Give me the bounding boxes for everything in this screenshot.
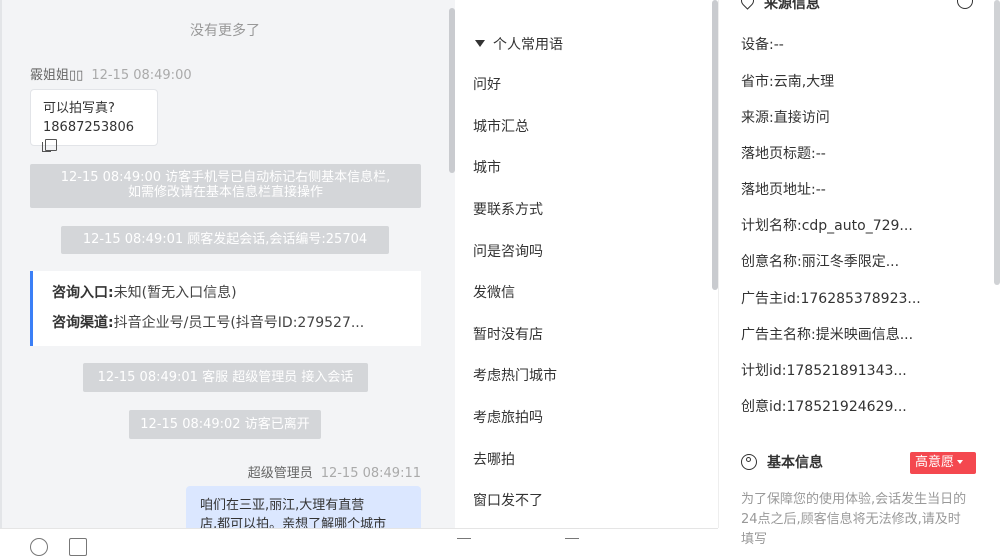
phrase-item[interactable]: 暂时没有店 [473,324,543,344]
location-pin-icon [738,0,757,10]
consult-channel-row: 咨询渠道:抖音企业号/员工号(抖音号ID:279527... [52,313,407,343]
basic-info-title: 基本信息 [767,455,823,471]
consult-entry-value: 未知(暂无入口信息) [113,285,237,301]
source-info-title: 来源信息 [764,0,820,12]
source-creative-name: 创意名称:丽江冬季限定... [741,254,900,270]
phrases-toolbar [455,528,718,546]
visitor-name: 霰姐姐▯▯ [30,68,84,83]
source-landing-title: 落地页标题:-- [741,146,826,162]
system-notice-phone-line2: 如需修改请在基本信息栏直接操作 [127,185,323,200]
intent-level-label: 高意愿 [915,455,955,470]
visitor-phone-number: 18687253806 [43,120,134,135]
source-advertiser-name: 广告主名称:提米映画信息... [741,327,914,343]
source-plan-id: 计划id:178521891343... [741,363,907,379]
phrase-item[interactable]: 去哪拍 [473,449,515,469]
source-info-header: 来源信息 [738,0,820,13]
consult-channel-value: 抖音企业号/员工号(抖音号ID:279527... [113,315,365,331]
phrase-item[interactable]: 考虑旅拍吗 [473,407,543,427]
source-origin: 来源:直接访问 [741,110,830,126]
chat-left-border [0,0,2,528]
basic-info-header: 基本信息 [741,452,823,472]
consult-entry-row: 咨询入口:未知(暂无入口信息) [52,283,407,313]
source-plan-name: 计划名称:cdp_auto_729... [741,218,913,234]
phrase-item[interactable]: 城市汇总 [473,116,529,136]
phrase-item[interactable]: 窗口发不了 [473,490,543,510]
chat-panel: 没有更多了 霰姐姐▯▯ 12-15 08:49:00 可以拍写真? 1868725… [0,0,455,528]
source-landing-url: 落地页地址:-- [741,182,826,198]
image-icon[interactable] [69,538,87,556]
source-info-scrollbar[interactable] [994,0,1000,285]
phrases-group-header[interactable]: 个人常用语 [475,34,563,54]
user-icon [741,454,757,470]
caret-down-icon [957,460,964,464]
copy-icon[interactable] [42,139,57,152]
agent-name: 超级管理员 [247,466,313,481]
toolbar-mark-right-icon[interactable] [565,538,579,556]
system-notice-agent-join: 12-15 08:49:01 客服 超级管理员 接入会话 [83,363,368,392]
source-device: 设备:-- [741,37,784,53]
phrase-item[interactable]: 城市 [473,157,501,177]
system-notice-phone: 12-15 08:49:00 访客手机号已自动标记右侧基本信息栏, 如需修改请在… [30,164,421,208]
system-notice-phone-line1: 12-15 08:49:00 访客手机号已自动标记右侧基本信息栏, [60,170,391,185]
source-info-panel: 来源信息 设备:-- 省市:云南,大理 来源:直接访问 落地页标题:-- 落地页… [719,0,1000,547]
visitor-header: 霰姐姐▯▯ 12-15 08:49:00 [30,64,192,83]
phrase-item[interactable]: 问好 [473,74,501,94]
consult-channel-label: 咨询渠道: [52,315,114,331]
phrase-item[interactable]: 考虑热门城市 [473,365,557,385]
visitor-message-bubble: 可以拍写真? 18687253806 [30,89,158,152]
agent-message-bubble: 咱们在三亚,丽江,大理有直营 店,都可以拍。亲想了解哪个城市 [186,486,421,528]
visitor-message-time: 12-15 08:49:00 [91,68,192,83]
agent-header: 超级管理员 12-15 08:49:11 [248,462,421,481]
source-province-city: 省市:云南,大理 [741,74,835,90]
source-advertiser-id: 广告主id:176285378923... [741,291,921,307]
shield-icon[interactable] [957,0,973,9]
quick-phrases-panel: 个人常用语 问好 城市汇总 城市 要联系方式 问是咨询吗 发微信 暂时没有店 考… [455,0,719,528]
phrases-scrollbar[interactable] [712,0,718,290]
consult-info-card: 咨询入口:未知(暂无入口信息) 咨询渠道:抖音企业号/员工号(抖音号ID:279… [30,271,421,346]
toolbar-mark-left-icon[interactable] [457,538,471,556]
basic-info-note: 为了保障您的使用体验,会话发生当日的24点之后,顾客信息将无法修改,请及时填写 [741,492,967,547]
source-creative-id: 创意id:178521924629... [741,399,907,415]
no-more-text: 没有更多了 [190,23,260,39]
phrase-item[interactable]: 发微信 [473,282,515,302]
emoji-icon[interactable] [30,538,48,556]
agent-message-time: 12-15 08:49:11 [320,466,421,481]
agent-message-line1: 咱们在三亚,丽江,大理有直营 [200,498,365,513]
chat-input-toolbar [0,528,455,556]
intent-level-dropdown[interactable]: 高意愿 [910,452,976,474]
consult-entry-label: 咨询入口: [52,285,114,301]
phrase-item[interactable]: 要联系方式 [473,199,543,219]
system-notice-session-start: 12-15 08:49:01 顾客发起会话,会话编号:25704 [61,226,389,254]
visitor-message-line1: 可以拍写真? [43,101,115,116]
agent-message-line2: 店,都可以拍。亲想了解哪个城市 [200,517,387,528]
phrase-item[interactable]: 问是咨询吗 [473,241,543,261]
collapse-triangle-icon [475,40,485,47]
phrases-group-title: 个人常用语 [493,37,563,53]
system-notice-visitor-left: 12-15 08:49:02 访客已离开 [129,410,321,439]
